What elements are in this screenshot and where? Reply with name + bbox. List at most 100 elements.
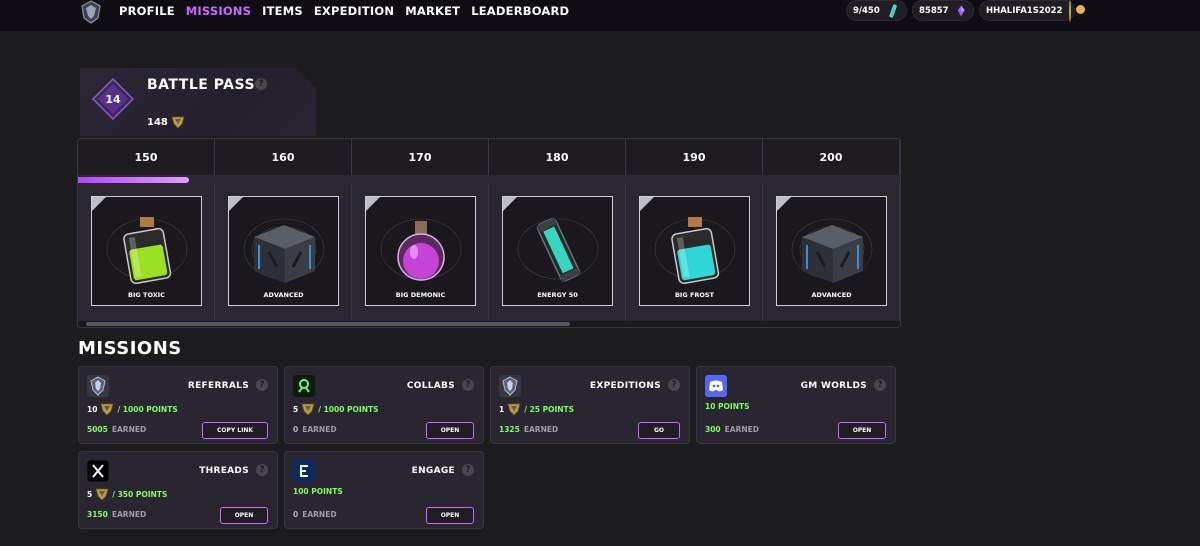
- mission-points: 5 / 1000 POINTS: [293, 402, 379, 416]
- mission-name: ENGAGE: [411, 466, 455, 476]
- shield-points-icon: [301, 403, 315, 416]
- avatar[interactable]: [1068, 0, 1085, 22]
- mission-action-button[interactable]: GO: [638, 422, 680, 439]
- discord-icon: [705, 375, 727, 397]
- top-navbar: PROFILE MISSIONS ITEMS EXPEDITION MARKET…: [0, 0, 1200, 31]
- mission-points-value: 10 POINTS: [705, 402, 750, 411]
- mission-card: GM WORLDS ? 10 POINTS 300 EARNED OPEN: [696, 366, 896, 444]
- reward-card[interactable]: BIG FROST: [639, 196, 750, 306]
- mission-name: COLLABS: [406, 381, 455, 391]
- tier-points: 180: [545, 150, 569, 164]
- shield-points-icon: [171, 116, 185, 129]
- mission-points: 10 / 1000 POINTS: [87, 402, 178, 416]
- battle-pass-header: 14 BATTLE PASS ? 148: [80, 68, 316, 136]
- missions-title: MISSIONS: [78, 338, 182, 359]
- mission-action-button[interactable]: OPEN: [220, 507, 268, 524]
- help-icon[interactable]: ?: [668, 379, 680, 391]
- scrollbar-thumb[interactable]: [86, 322, 570, 326]
- reward-card[interactable]: ADVANCED: [228, 196, 339, 306]
- reward-card[interactable]: ADVANCED: [776, 196, 887, 306]
- nav-profile[interactable]: PROFILE: [119, 4, 175, 18]
- crystal-value: 85857: [919, 5, 949, 16]
- help-icon[interactable]: ?: [256, 464, 268, 476]
- help-icon[interactable]: ?: [255, 78, 267, 90]
- tier-points: 150: [134, 150, 158, 164]
- reward-card[interactable]: BIG TOXIC: [91, 196, 202, 306]
- earned-label: EARNED: [302, 510, 337, 519]
- earned-label: EARNED: [302, 425, 337, 434]
- earned-label: EARNED: [111, 510, 147, 519]
- reward-label: ADVANCED: [811, 291, 852, 299]
- mission-earned: 300 EARNED: [705, 425, 759, 434]
- purple-crystal-icon: [957, 4, 965, 17]
- tier-reward-slot: BIG TOXIC: [78, 183, 215, 321]
- battle-pass-track[interactable]: 150 BIG TOXIC 160 ADVANCED 170 BIG DEMON…: [77, 138, 901, 328]
- reward-label: ENERGY 50: [537, 291, 578, 299]
- mission-points: 5 / 350 POINTS: [87, 487, 167, 501]
- mission-count: 10: [87, 404, 98, 414]
- energy-vial-icon: [889, 3, 897, 18]
- mission-points-value: / 350 POINTS: [112, 489, 168, 499]
- earned-value: 1325: [499, 425, 520, 434]
- mission-earned: 0 EARNED: [293, 510, 337, 519]
- cyan-potion-icon: [654, 217, 736, 285]
- reward-card[interactable]: ENERGY 50: [502, 196, 613, 306]
- mission-action-button[interactable]: COPY LINK: [202, 422, 268, 439]
- username: HHALIFA1S2022: [986, 5, 1063, 16]
- green-potion-icon: [106, 217, 188, 285]
- crate-icon: [243, 218, 325, 283]
- energy-value: 9/450: [853, 5, 880, 16]
- helmet-icon: [87, 375, 109, 397]
- energy-counter: 9/450: [846, 0, 907, 21]
- user-menu[interactable]: HHALIFA1S2022: [979, 0, 1085, 22]
- earned-value: 3150: [87, 510, 108, 519]
- reward-label: BIG DEMONIC: [395, 291, 446, 299]
- card-corner: [503, 197, 517, 211]
- mission-name: REFERRALS: [187, 381, 249, 391]
- tier-points: 160: [271, 150, 295, 164]
- level-badge: 14: [91, 77, 135, 121]
- mission-card: ENGAGE ? 100 POINTS 0 EARNED OPEN: [284, 451, 484, 529]
- mission-action-button[interactable]: OPEN: [838, 422, 886, 439]
- energy-capsule-icon: [517, 217, 599, 283]
- earned-value: 300: [705, 425, 721, 434]
- nav-market[interactable]: MARKET: [405, 4, 460, 18]
- helmet-logo-icon[interactable]: [80, 0, 102, 24]
- mission-count: 5: [293, 404, 299, 414]
- mission-points-value: 100 POINTS: [293, 487, 343, 496]
- mission-points-value: / 1000 POINTS: [318, 404, 379, 414]
- help-icon[interactable]: ?: [462, 464, 474, 476]
- earned-label: EARNED: [523, 425, 559, 434]
- help-icon[interactable]: ?: [462, 379, 474, 391]
- tier-points-header: 160: [215, 139, 352, 175]
- mission-card: EXPEDITIONS ? 1 / 25 POINTS 1325 EARNED G…: [490, 366, 690, 444]
- purple-flask-icon: [380, 218, 462, 281]
- nav-items[interactable]: ITEMS: [262, 4, 303, 18]
- nav-leaderboard[interactable]: LEADERBOARD: [471, 4, 569, 18]
- earned-label: EARNED: [111, 425, 147, 434]
- mission-points: 100 POINTS: [293, 487, 343, 496]
- earned-value: 5005: [87, 425, 108, 434]
- tier-reward-slot: BIG FROST: [626, 183, 763, 321]
- card-corner: [777, 197, 791, 211]
- earned-value: 0: [293, 425, 299, 434]
- tier-points-header: 150: [78, 139, 215, 175]
- tier-points: 200: [819, 150, 843, 164]
- help-icon[interactable]: ?: [256, 379, 268, 391]
- battle-pass-points-value: 148: [147, 116, 168, 128]
- earned-value: 0: [293, 510, 299, 519]
- engage-logo-icon: [293, 460, 315, 482]
- reward-label: ADVANCED: [263, 291, 304, 299]
- card-corner: [229, 197, 243, 211]
- mission-points: 10 POINTS: [705, 402, 750, 411]
- reward-card[interactable]: BIG DEMONIC: [365, 196, 476, 306]
- tier-reward-slot: ADVANCED: [763, 183, 900, 321]
- nav-missions[interactable]: MISSIONS: [186, 4, 251, 18]
- helmet-icon: [499, 375, 521, 397]
- help-icon[interactable]: ?: [874, 379, 886, 391]
- battle-pass-title: BATTLE PASS: [147, 77, 256, 93]
- nav-expedition[interactable]: EXPEDITION: [314, 4, 394, 18]
- shield-points-icon: [507, 403, 521, 416]
- mission-action-button[interactable]: OPEN: [426, 422, 474, 439]
- mission-action-button[interactable]: OPEN: [426, 507, 474, 524]
